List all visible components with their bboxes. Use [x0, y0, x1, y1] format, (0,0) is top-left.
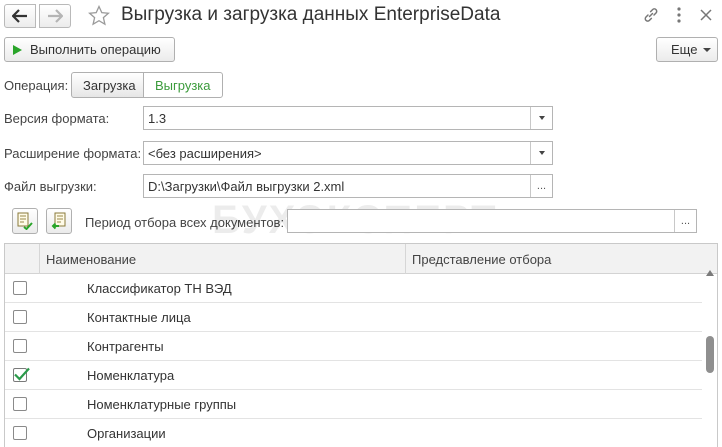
arrow-left-icon	[12, 9, 27, 23]
operation-label: Операция:	[4, 78, 69, 93]
table-row[interactable]: Контактные лица	[5, 303, 702, 332]
period-input[interactable]: ...	[287, 209, 697, 233]
uncheck-all-button[interactable]	[46, 208, 72, 234]
row-name: Организации	[87, 426, 166, 441]
export-file-input[interactable]: D:\Загрузки\Файл выгрузки 2.xml ...	[143, 174, 553, 198]
row-checkbox[interactable]	[13, 397, 27, 411]
row-name: Контрагенты	[87, 339, 164, 354]
row-checkbox[interactable]	[13, 310, 27, 324]
row-name: Номенклатура	[87, 368, 175, 383]
close-button[interactable]	[695, 4, 717, 26]
check-all-icon	[17, 212, 33, 230]
export-file-value: D:\Загрузки\Файл выгрузки 2.xml	[148, 178, 345, 194]
table-row[interactable]: Номенклатурные группы	[5, 390, 702, 419]
link-icon	[644, 8, 658, 22]
table-row[interactable]: Классификатор ТН ВЭД	[5, 274, 702, 303]
row-checkbox[interactable]	[13, 339, 27, 353]
more-vertical-icon	[677, 7, 681, 23]
check-all-button[interactable]	[12, 208, 38, 234]
chevron-down-icon	[538, 116, 545, 120]
chevron-down-icon	[703, 47, 712, 52]
row-checkbox[interactable]	[13, 367, 30, 382]
data-types-table[interactable]: Наименование Представление отбора Класси…	[4, 243, 718, 447]
table-row[interactable]: Контрагенты	[5, 332, 702, 361]
more-button[interactable]: Еще	[656, 37, 718, 62]
row-name: Контактные лица	[87, 310, 191, 325]
operation-export-toggle[interactable]: Выгрузка	[143, 72, 223, 98]
run-operation-button[interactable]: Выполнить операцию	[4, 37, 175, 62]
format-extension-value: <без расширения>	[148, 145, 262, 161]
period-select-button[interactable]: ...	[674, 210, 696, 232]
star-icon	[88, 4, 110, 26]
row-checkbox[interactable]	[13, 281, 27, 295]
uncheck-all-icon	[51, 212, 66, 230]
menu-button[interactable]	[668, 4, 690, 26]
arrow-right-icon	[48, 9, 63, 23]
format-extension-select[interactable]: <без расширения>	[143, 141, 553, 165]
table-header: Наименование Представление отбора	[5, 244, 717, 274]
format-extension-label: Расширение формата:	[4, 146, 142, 161]
format-extension-dropdown[interactable]	[530, 142, 552, 164]
format-version-dropdown[interactable]	[530, 107, 552, 129]
forward-button[interactable]	[39, 4, 71, 28]
format-version-select[interactable]: 1.3	[143, 106, 553, 130]
export-file-browse-button[interactable]: ...	[530, 175, 552, 197]
close-icon	[700, 9, 712, 21]
checkmark-icon	[14, 367, 30, 381]
scrollbar-thumb[interactable]	[706, 336, 714, 373]
column-header-filter[interactable]: Представление отбора	[405, 244, 717, 274]
row-checkbox[interactable]	[13, 426, 27, 440]
format-version-value: 1.3	[148, 110, 167, 126]
export-file-label: Файл выгрузки:	[4, 179, 97, 194]
chevron-down-icon	[538, 151, 545, 155]
row-name: Номенклатурные группы	[87, 397, 237, 412]
favorite-button[interactable]	[86, 3, 112, 27]
column-header-name[interactable]: Наименование	[39, 244, 405, 274]
back-button[interactable]	[4, 4, 36, 28]
run-operation-label: Выполнить операцию	[30, 42, 161, 57]
scroll-up-arrow-icon[interactable]	[706, 270, 714, 276]
table-row[interactable]: Номенклатура	[5, 361, 702, 390]
window-title: Выгрузка и загрузка данных EnterpriseDat…	[121, 4, 501, 25]
link-button[interactable]	[640, 4, 662, 26]
operation-import-toggle[interactable]: Загрузка	[71, 72, 144, 98]
table-row[interactable]: Организации	[5, 419, 702, 447]
row-name: Классификатор ТН ВЭД	[87, 281, 232, 296]
more-label: Еще	[671, 42, 698, 57]
format-version-label: Версия формата:	[4, 111, 110, 126]
play-icon	[13, 44, 22, 55]
